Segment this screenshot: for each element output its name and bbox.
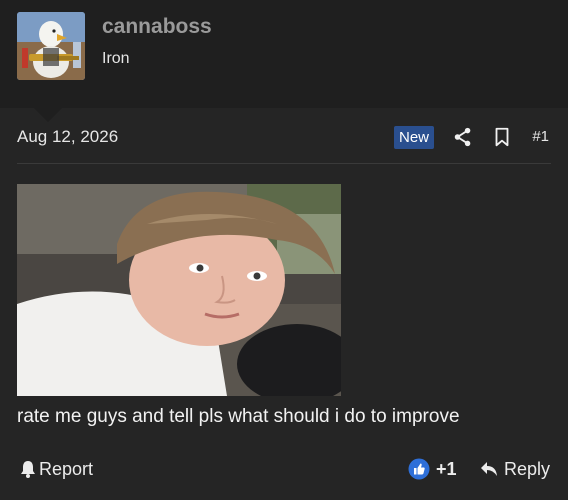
avatar[interactable]	[17, 12, 85, 80]
report-label: Report	[39, 458, 94, 479]
post-body: rate me guys and tell pls what should i …	[17, 406, 460, 427]
post-number[interactable]: #1	[532, 128, 549, 145]
post-meta-row: Aug 12, 2026 New #1	[17, 118, 551, 164]
post-image[interactable]	[17, 184, 341, 396]
post-date[interactable]: Aug 12, 2026	[17, 127, 118, 147]
user-header: cannaboss Iron	[0, 0, 568, 108]
bell-icon	[21, 461, 35, 478]
like-icon	[408, 458, 430, 480]
like-count: +1	[436, 458, 457, 479]
user-title: Iron	[102, 50, 130, 67]
username[interactable]: cannaboss	[102, 15, 212, 39]
reply-button[interactable]: Reply	[480, 458, 550, 480]
bookmark-icon[interactable]	[491, 126, 513, 148]
reply-arrow-icon	[481, 462, 497, 476]
report-button[interactable]: Report	[20, 458, 93, 480]
like-button[interactable]: +1	[408, 458, 457, 480]
reply-label: Reply	[504, 458, 551, 479]
share-icon[interactable]	[452, 126, 474, 148]
new-badge: New	[394, 126, 435, 149]
